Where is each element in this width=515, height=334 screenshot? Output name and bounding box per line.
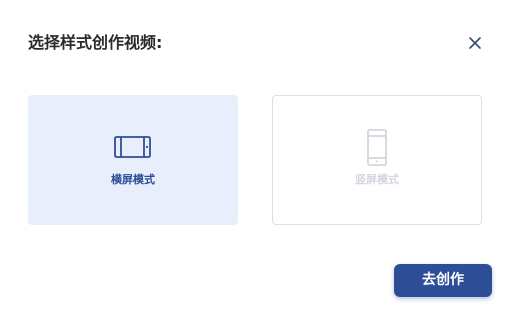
landscape-screen-icon [114,136,151,158]
close-icon [469,37,481,49]
portrait-mode-option[interactable]: 竖屏模式 [272,95,482,225]
landscape-mode-option[interactable]: 横屏模式 [28,95,238,225]
portrait-phone-icon [367,129,387,166]
go-create-button[interactable]: 去创作 [394,264,492,297]
close-button[interactable] [463,31,487,55]
landscape-mode-label: 横屏模式 [111,173,155,186]
create-video-dialog: 选择样式创作视频: 横屏模式 竖屏模式 去创作 [0,0,515,334]
dialog-title: 选择样式创作视频: [28,33,163,52]
portrait-mode-label: 竖屏模式 [355,173,399,186]
